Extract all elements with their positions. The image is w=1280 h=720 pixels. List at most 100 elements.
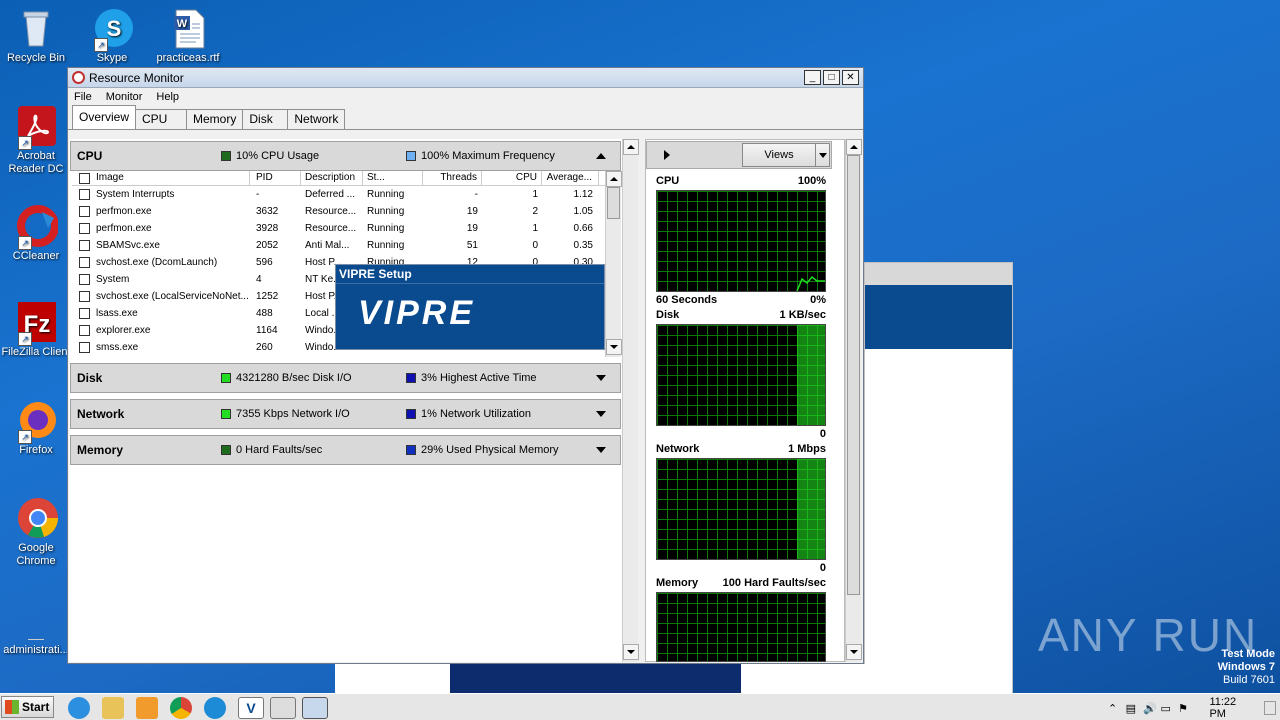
flag-tray-icon[interactable]: ⚑ bbox=[1178, 702, 1195, 715]
row-checkbox[interactable] bbox=[79, 325, 90, 336]
active-time-metric: 3% Highest Active Time bbox=[421, 372, 537, 384]
background-window[interactable] bbox=[864, 262, 1013, 694]
tab-disk[interactable]: Disk bbox=[242, 109, 289, 129]
close-button[interactable]: ✕ bbox=[842, 70, 859, 85]
scroll-up-arrow-icon[interactable] bbox=[846, 139, 862, 155]
scroll-down-arrow-icon[interactable] bbox=[623, 644, 639, 660]
network-section-header[interactable]: Network 7355 Kbps Network I/O 1% Network… bbox=[70, 399, 621, 429]
vipre-setup-window[interactable]: VIPRE Setup VIPRE bbox=[335, 264, 605, 350]
desktop-icon-firefox[interactable]: ↗ Firefox bbox=[0, 398, 72, 457]
tray-expand-icon[interactable]: ⌃ bbox=[1108, 702, 1120, 715]
scroll-down-arrow-icon[interactable] bbox=[606, 339, 622, 355]
select-all-checkbox[interactable] bbox=[79, 172, 90, 184]
desktop-icon-skype[interactable]: S ↗ Skype bbox=[76, 6, 148, 65]
tab-cpu[interactable]: CPU bbox=[135, 109, 188, 129]
tab-overview[interactable]: Overview bbox=[72, 105, 137, 129]
cpu-graph bbox=[656, 190, 826, 292]
start-label: Start bbox=[22, 700, 50, 714]
expand-down-icon[interactable] bbox=[596, 447, 606, 453]
window-titlebar[interactable]: Resource Monitor _ □ ✕ bbox=[68, 68, 863, 88]
media-player-icon[interactable] bbox=[136, 697, 158, 719]
scroll-up-arrow-icon[interactable] bbox=[623, 139, 639, 155]
cell-average: 1.12 bbox=[573, 189, 593, 200]
scroll-down-arrow-icon[interactable] bbox=[846, 644, 862, 660]
desktop-icon-practiceas[interactable]: W practiceas.rtf bbox=[152, 6, 224, 65]
vipre-taskbar-icon[interactable]: V bbox=[238, 697, 264, 719]
desktop-icon-acrobat[interactable]: ↗ Acrobat Reader DC bbox=[0, 104, 72, 176]
menu-monitor[interactable]: Monitor bbox=[106, 91, 143, 103]
col-header-status[interactable]: St... bbox=[363, 171, 423, 185]
vipre-setup-titlebar[interactable]: VIPRE Setup bbox=[336, 265, 604, 284]
resource-monitor-taskbar-icon[interactable] bbox=[302, 697, 328, 719]
col-header-cpu[interactable]: CPU bbox=[482, 171, 542, 185]
cmd-taskbar-icon[interactable] bbox=[270, 697, 296, 719]
disk-section-header[interactable]: Disk 4321280 B/sec Disk I/O 3% Highest A… bbox=[70, 363, 621, 393]
edge-icon[interactable] bbox=[204, 697, 226, 719]
cpu-section-header[interactable]: CPU 10% CPU Usage 100% Maximum Frequency bbox=[70, 141, 621, 171]
row-checkbox[interactable] bbox=[79, 240, 90, 251]
expand-down-icon[interactable] bbox=[596, 375, 606, 381]
scroll-up-arrow-icon[interactable] bbox=[606, 171, 622, 187]
tab-network[interactable]: Network bbox=[287, 109, 346, 129]
chrome-icon bbox=[14, 496, 58, 540]
start-button[interactable]: Start bbox=[1, 696, 54, 718]
desktop-icon-administrator[interactable]: administrati... bbox=[0, 620, 72, 657]
shortcut-arrow-icon: ↗ bbox=[18, 430, 32, 444]
table-row[interactable]: SBAMSvc.exe 2052 Anti Mal... Running 51 0 0.35 bbox=[72, 237, 607, 254]
explorer-icon[interactable] bbox=[102, 697, 124, 719]
table-row[interactable]: System Interrupts - Deferred ... Running -1 1… bbox=[72, 186, 607, 203]
views-dropdown[interactable]: Views bbox=[742, 143, 830, 167]
desktop-icon-label: CCleaner bbox=[12, 250, 60, 262]
tab-memory[interactable]: Memory bbox=[186, 109, 244, 129]
desktop-icon-recycle-bin[interactable]: Recycle Bin bbox=[0, 6, 72, 65]
table-row[interactable]: perfmon.exe 3928 Resource... Running 19 1 0.66 bbox=[72, 220, 607, 237]
desktop-icon-label: Acrobat Reader DC bbox=[8, 150, 64, 175]
volume-tray-icon[interactable]: 🔊 bbox=[1143, 702, 1160, 715]
memory-section-header[interactable]: Memory 0 Hard Faults/sec 29% Used Physic… bbox=[70, 435, 621, 465]
col-header-average[interactable]: Average... bbox=[542, 171, 599, 185]
table-row[interactable]: perfmon.exe 3632 Resource... Running 19 2 1.05 bbox=[72, 203, 607, 220]
cell-image: lsass.exe bbox=[72, 308, 250, 319]
col-header-pid[interactable]: PID bbox=[250, 171, 301, 185]
monitor-tray-icon[interactable]: ▭ bbox=[1161, 702, 1178, 715]
desktop-icon-label: Google Chrome bbox=[16, 542, 56, 567]
row-checkbox[interactable] bbox=[79, 206, 90, 217]
row-checkbox[interactable] bbox=[79, 257, 90, 268]
scroll-thumb[interactable] bbox=[607, 187, 620, 219]
cell-image: svchost.exe (LocalServiceNoNet... bbox=[72, 291, 250, 302]
show-desktop-button[interactable] bbox=[1264, 701, 1277, 715]
row-checkbox[interactable] bbox=[79, 291, 90, 302]
menu-help[interactable]: Help bbox=[156, 91, 179, 103]
expand-down-icon[interactable] bbox=[596, 411, 606, 417]
process-table-scrollbar[interactable] bbox=[605, 171, 622, 357]
row-checkbox[interactable] bbox=[79, 223, 90, 234]
hard-faults-metric: 0 Hard Faults/sec bbox=[236, 444, 323, 456]
col-header-threads[interactable]: Threads bbox=[423, 171, 482, 185]
desktop-icon-ccleaner[interactable]: ↗ CCleaner bbox=[0, 204, 72, 263]
cell-threads: - bbox=[474, 189, 478, 200]
desktop-icon-chrome[interactable]: Google Chrome bbox=[0, 496, 72, 568]
cell-cpu: 1 bbox=[532, 189, 538, 200]
expand-pane-icon[interactable] bbox=[664, 150, 670, 160]
menu-file[interactable]: File bbox=[74, 91, 92, 103]
row-checkbox[interactable] bbox=[79, 189, 90, 200]
left-pane-scrollbar[interactable] bbox=[622, 139, 639, 662]
cell-status: Running bbox=[367, 189, 405, 200]
ie-icon[interactable] bbox=[68, 697, 90, 719]
desktop-icon-filezilla[interactable]: Fz ↗ FileZilla Client bbox=[0, 300, 72, 359]
maximize-button[interactable]: □ bbox=[823, 70, 840, 85]
col-header-image[interactable]: Image bbox=[72, 171, 250, 185]
network-tray-icon[interactable]: ▤ bbox=[1126, 702, 1143, 715]
clock[interactable]: 11:22 PM bbox=[1209, 696, 1254, 720]
graph-pane-scrollbar[interactable] bbox=[845, 139, 862, 662]
col-header-description[interactable]: Description bbox=[301, 171, 363, 185]
row-checkbox[interactable] bbox=[79, 342, 90, 353]
physical-memory-metric: 29% Used Physical Memory bbox=[421, 444, 559, 456]
collapse-up-icon[interactable] bbox=[596, 153, 606, 159]
row-checkbox[interactable] bbox=[79, 274, 90, 285]
minimize-button[interactable]: _ bbox=[804, 70, 821, 85]
shortcut-arrow-icon: ↗ bbox=[18, 332, 32, 346]
scroll-thumb[interactable] bbox=[847, 155, 860, 595]
chrome-taskbar-icon[interactable] bbox=[170, 697, 192, 719]
row-checkbox[interactable] bbox=[79, 308, 90, 319]
